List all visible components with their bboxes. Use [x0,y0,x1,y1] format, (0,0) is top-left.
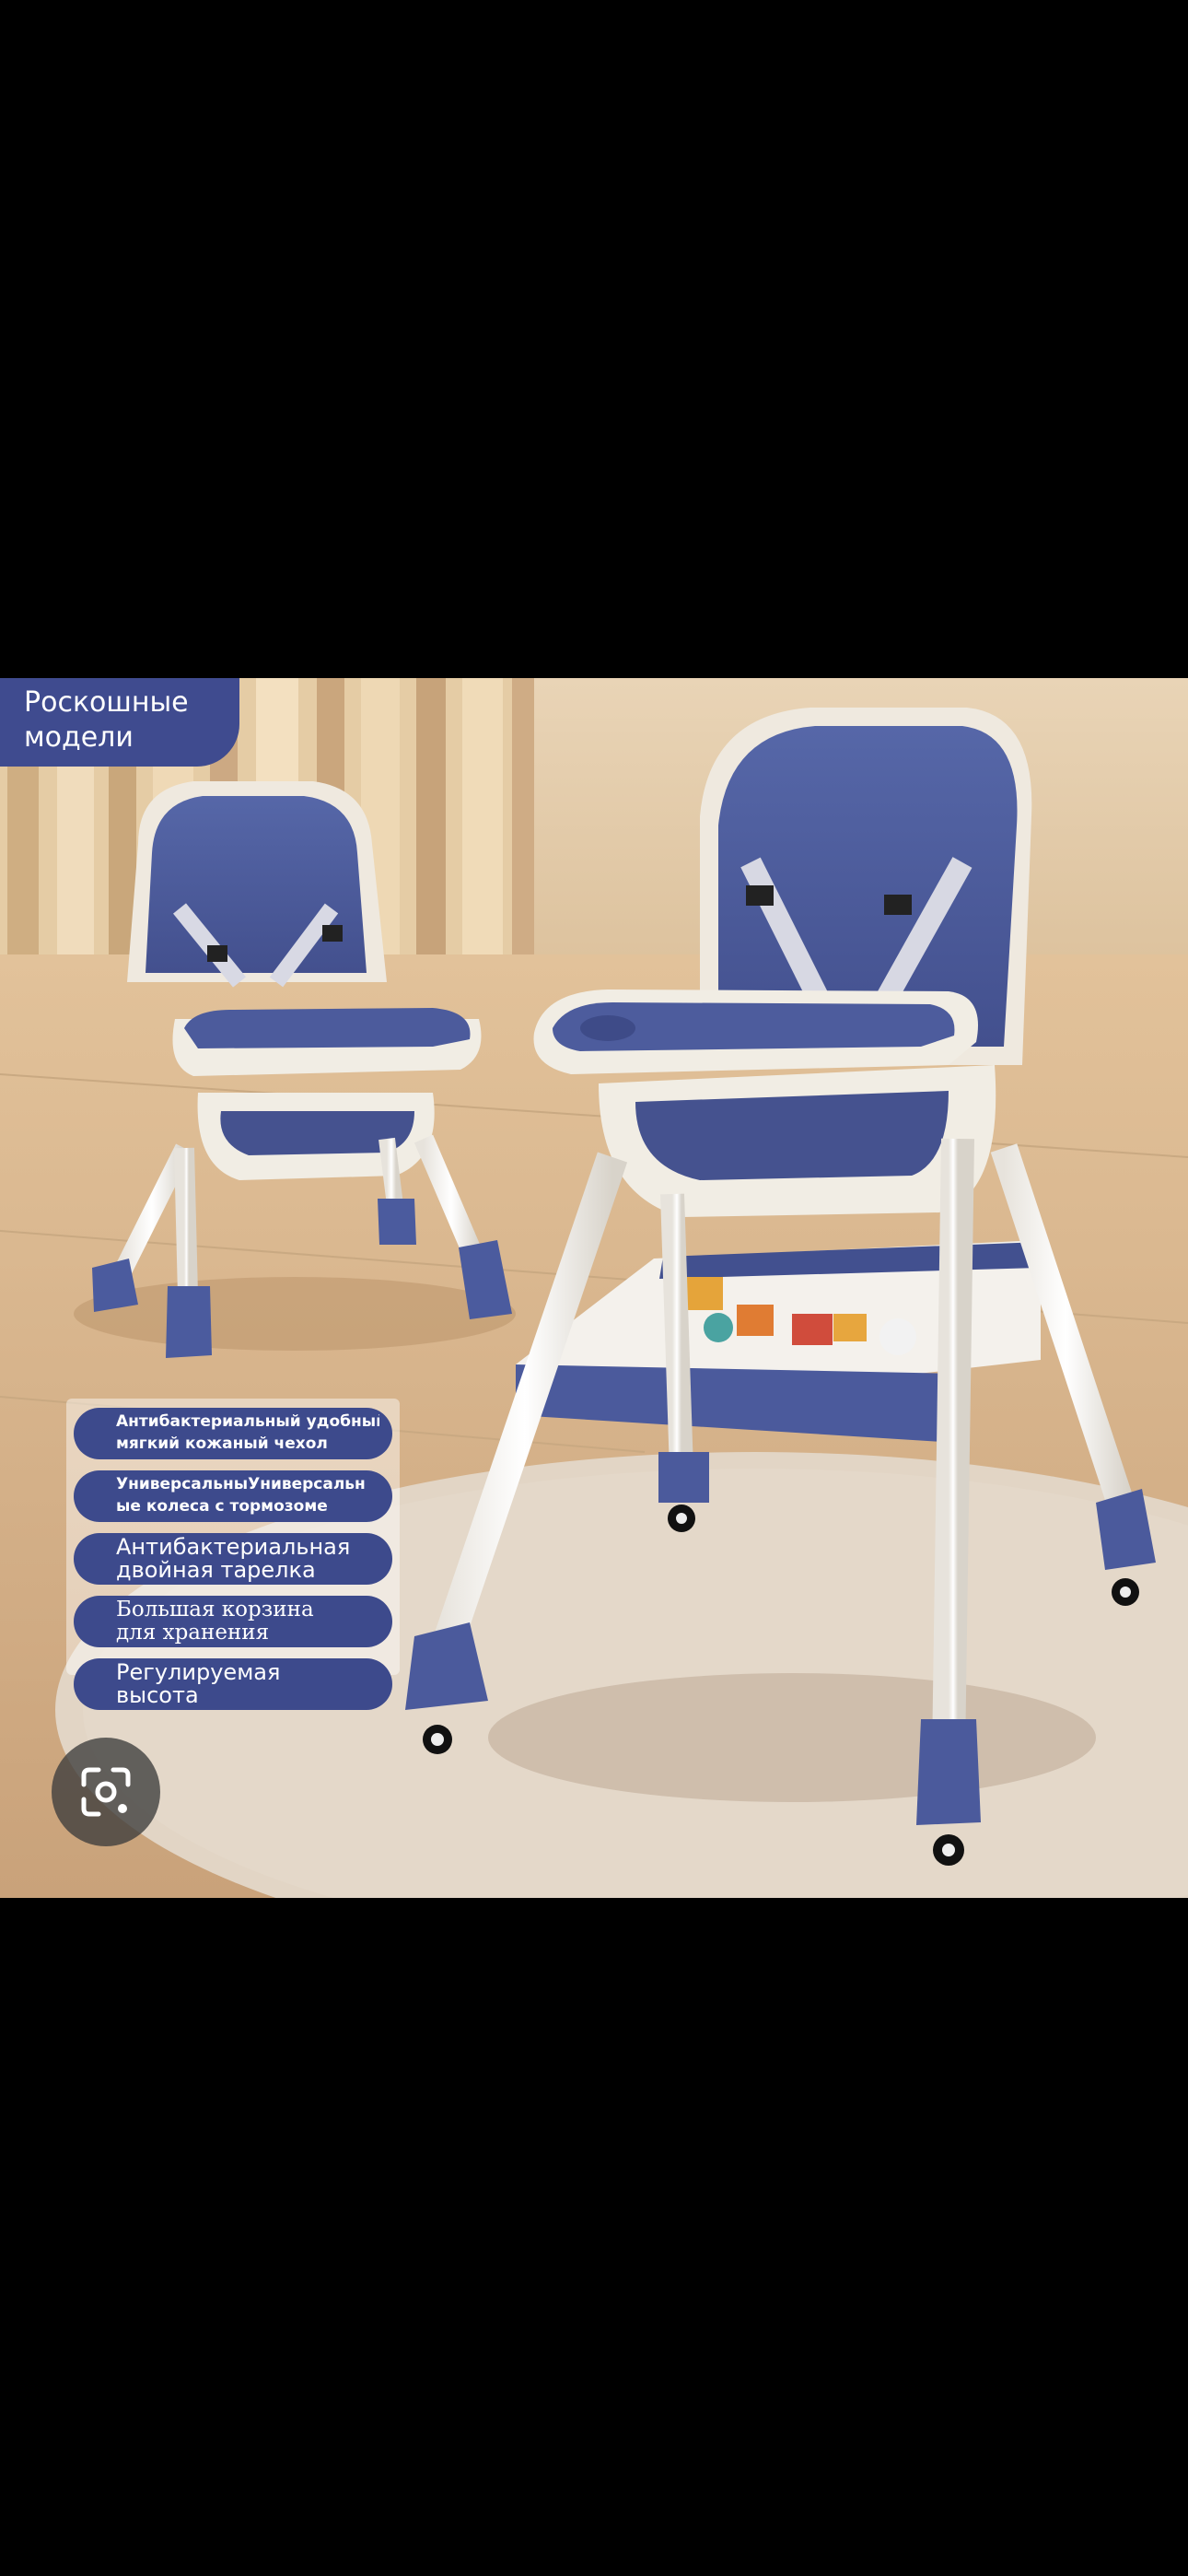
feature-line-1: Антибактериальная [116,1536,351,1559]
badge-line-2: модели [24,721,134,754]
feature-line-1: Антибактериальный удобный [116,1412,379,1431]
badge-line-1: Роскошные [24,686,189,719]
product-photo[interactable]: Роскошные модели Антибактериальный удобн… [0,678,1188,1898]
feature-line-1: Большая корзина [116,1598,314,1622]
feature-item: Антибактериальный удобный мягкий кожаный… [74,1408,392,1459]
google-lens-button[interactable] [52,1738,160,1846]
google-lens-icon [81,1767,131,1817]
feature-line-2: для хранения [116,1622,270,1645]
image-viewer: Роскошные модели Антибактериальный удобн… [0,0,1188,2576]
feature-list: Антибактериальный удобный мягкий кожаный… [66,1399,400,1710]
feature-item: Антибактериальная двойная тарелка [74,1533,392,1585]
feature-line-2: мягкий кожаный чехол [116,1434,328,1453]
high-chair-scene [0,678,1188,1898]
feature-line-2: двойная тарелка [116,1559,316,1582]
feature-item: УниверсальныУниверсальн ые колеса с торм… [74,1470,392,1522]
feature-line-1: УниверсальныУниверсальн [116,1475,366,1493]
feature-line-2: высота [116,1684,199,1707]
feature-item: Большая корзина для хранения [74,1596,392,1647]
feature-line-1: Регулируемая [116,1661,281,1684]
luxury-models-badge: Роскошные модели [0,678,239,767]
feature-line-2: ые колеса с тормозоме [116,1497,328,1516]
feature-item: Регулируемая высота [74,1658,392,1710]
